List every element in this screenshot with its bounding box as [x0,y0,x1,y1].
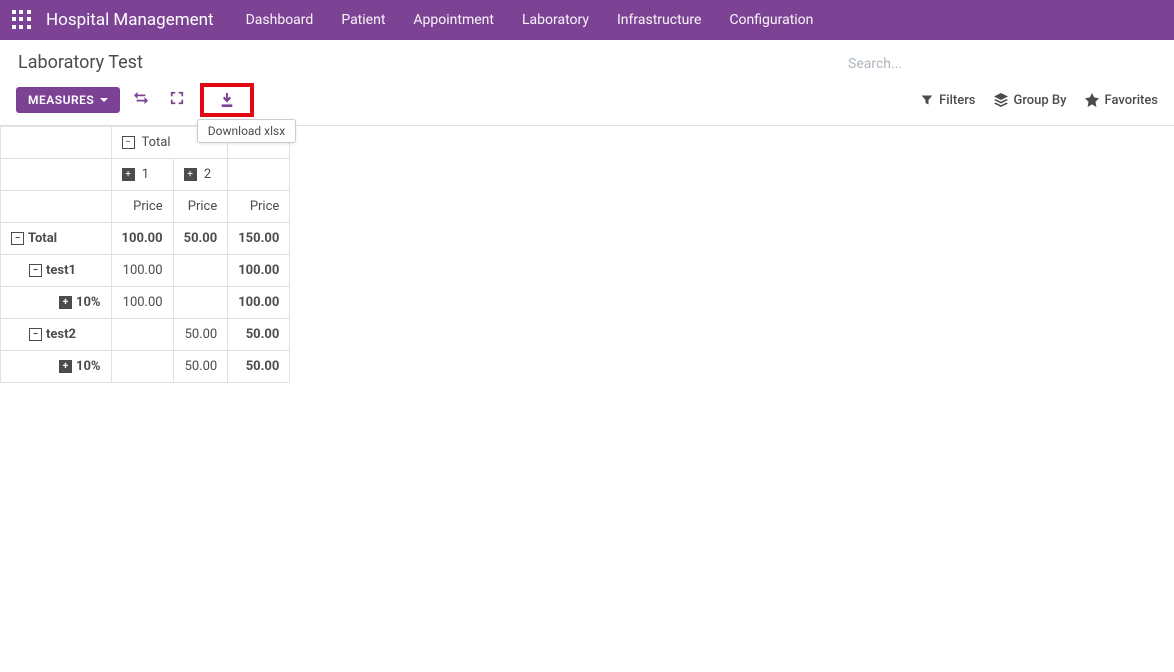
minus-icon: − [29,264,42,277]
caret-down-icon [100,98,108,102]
row-header[interactable]: +10% [1,351,112,383]
brand-title[interactable]: Hospital Management [46,10,214,30]
table-row: −test1100.00100.00 [1,255,290,287]
row-header[interactable]: +10% [1,287,112,319]
minus-icon: − [11,232,24,245]
cell-value: 100.00 [228,255,290,287]
nav-dashboard[interactable]: Dashboard [234,4,326,36]
corner-cell-2 [1,159,112,191]
favorites-button[interactable]: Favorites [1085,93,1158,108]
plus-icon: + [184,168,197,181]
measure-header-2[interactable]: Price [173,191,228,223]
measure-header-1[interactable]: Price [111,191,173,223]
toolbar-left: MEASURES Download xlsx [16,83,254,117]
flip-axis-button[interactable] [126,85,156,115]
page-title: Laboratory Test [16,52,143,73]
cell-value: 50.00 [173,351,228,383]
exchange-icon [134,91,148,105]
download-xlsx-button[interactable] [214,89,240,111]
expand-icon [170,91,184,105]
plus-icon: + [122,168,135,181]
download-highlight: Download xlsx [200,83,254,117]
row-label-text: 10% [76,359,101,374]
apps-icon[interactable] [12,10,32,30]
row-label-text: Total [28,231,57,246]
corner-cell-3 [1,191,112,223]
cell-value: 100.00 [228,287,290,319]
star-icon [1085,93,1099,107]
download-icon [220,93,234,107]
favorites-label: Favorites [1105,93,1158,108]
row-label-text: 10% [76,295,101,310]
nav-configuration[interactable]: Configuration [717,4,825,36]
pivot-table: − Total + 1 + 2 Price Pri [0,126,290,383]
table-row: +10%100.00100.00 [1,287,290,319]
group-by-button[interactable]: Group By [994,93,1067,108]
filters-label: Filters [939,93,975,108]
nav-appointment[interactable]: Appointment [401,4,506,36]
table-row: −Total100.0050.00150.00 [1,223,290,255]
cell-value [111,319,173,351]
layers-icon [994,93,1008,107]
cell-value [111,351,173,383]
table-row: +10% 50.0050.00 [1,351,290,383]
download-tooltip: Download xlsx [197,119,296,143]
cell-value: 50.00 [228,351,290,383]
col-header-2[interactable]: + 2 [173,159,228,191]
cell-value: 150.00 [228,223,290,255]
pivot-body: −Total100.0050.00150.00−test1100.00100.0… [1,223,290,383]
nav-laboratory[interactable]: Laboratory [510,4,601,36]
filters-button[interactable]: Filters [921,93,975,108]
cell-value [173,287,228,319]
cell-value: 50.00 [173,319,228,351]
measures-label: MEASURES [28,93,94,107]
row-header[interactable]: −test1 [1,255,112,287]
cell-value: 100.00 [111,255,173,287]
col-header-1[interactable]: + 1 [111,159,173,191]
cell-value [173,255,228,287]
row-header[interactable]: −test2 [1,319,112,351]
col-1-label: 1 [142,167,149,182]
search-input[interactable] [848,52,1158,76]
filter-icon [921,94,933,106]
measure-header-total[interactable]: Price [228,191,290,223]
plus-icon: + [59,360,72,373]
col-2-label: 2 [204,167,211,182]
minus-icon: − [29,328,42,341]
minus-icon: − [122,136,135,149]
search-area [848,52,1158,76]
corner-cell [1,127,112,159]
nav-infrastructure[interactable]: Infrastructure [605,4,713,36]
plus-icon: + [59,296,72,309]
measures-button[interactable]: MEASURES [16,87,120,113]
control-panel: Laboratory Test MEASURES Download xlsx [0,40,1174,126]
cell-value: 100.00 [111,223,173,255]
col-header-blank-2 [228,159,290,191]
cell-value: 50.00 [228,319,290,351]
table-row: −test2 50.0050.00 [1,319,290,351]
top-navbar: Hospital Management Dashboard Patient Ap… [0,0,1174,40]
toolbar-right: Filters Group By Favorites [921,93,1158,108]
expand-all-button[interactable] [162,85,192,115]
cell-value: 50.00 [173,223,228,255]
col-total-label: Total [142,135,171,150]
row-label-text: test1 [46,263,76,278]
nav-links: Dashboard Patient Appointment Laboratory… [234,4,826,36]
group-by-label: Group By [1014,93,1067,108]
cell-value: 100.00 [111,287,173,319]
row-header[interactable]: −Total [1,223,112,255]
pivot-area: − Total + 1 + 2 Price Pri [0,126,1174,383]
nav-patient[interactable]: Patient [329,4,397,36]
row-label-text: test2 [46,327,76,342]
